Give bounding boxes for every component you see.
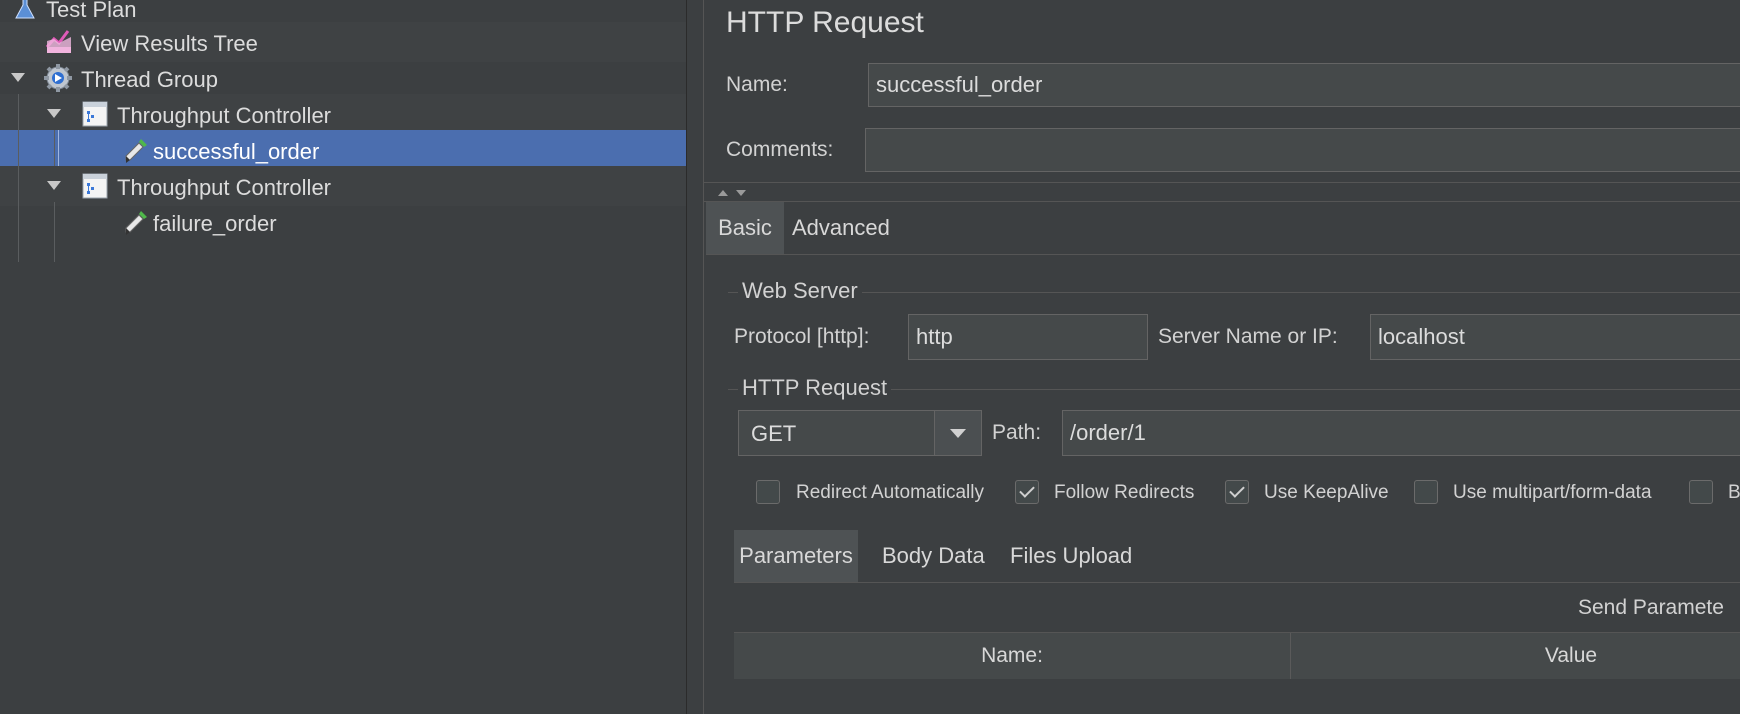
tree-guide-line: [54, 202, 55, 262]
tree-panel-splitter[interactable]: [686, 0, 704, 714]
method-value: GET: [751, 421, 797, 446]
tab-files-upload[interactable]: Files Upload: [1010, 530, 1132, 582]
tab-basic[interactable]: Basic: [706, 202, 784, 254]
tree-item-view-results-tree[interactable]: View Results Tree: [0, 22, 686, 62]
browser-compatible-label: B: [1728, 482, 1740, 503]
parameters-table-header: Name: Value: [734, 632, 1740, 679]
protocol-field[interactable]: [908, 314, 1148, 360]
web-server-group-border: [728, 292, 1740, 293]
test-plan-icon: [15, 0, 35, 19]
tab-advanced[interactable]: Advanced: [792, 202, 890, 254]
tree-item-label: Thread Group: [81, 67, 218, 92]
path-label: Path:: [992, 421, 1042, 444]
use-keepalive-checkbox[interactable]: [1225, 480, 1249, 504]
tab-underline: [706, 254, 1740, 255]
test-plan-tree[interactable]: Test Plan View Results Tree Thread Group: [0, 0, 686, 714]
use-keepalive-label: Use KeepAlive: [1264, 482, 1389, 503]
browser-compatible-checkbox[interactable]: [1689, 480, 1713, 504]
method-select[interactable]: GET: [738, 410, 982, 456]
path-field[interactable]: [1062, 410, 1740, 456]
column-header-value[interactable]: Value: [1291, 633, 1740, 679]
tree-guide-line: [18, 94, 19, 262]
http-request-group-title: HTTP Request: [738, 375, 892, 401]
tab-body-data[interactable]: Body Data: [882, 530, 985, 582]
tree-guide-line: [58, 130, 59, 166]
follow-redirects-checkbox[interactable]: [1015, 480, 1039, 504]
name-label: Name:: [726, 73, 788, 96]
column-header-name[interactable]: Name:: [734, 633, 1291, 679]
divider: [704, 182, 1740, 183]
tree-item-label: successful_order: [153, 139, 320, 164]
server-name-field[interactable]: [1370, 314, 1740, 360]
expand-arrow-icon[interactable]: [11, 73, 25, 82]
tree-item-label: Throughput Controller: [117, 175, 332, 200]
server-name-label: Server Name or IP:: [1158, 325, 1338, 348]
use-multipart-checkbox[interactable]: [1414, 480, 1438, 504]
expand-arrow-icon[interactable]: [47, 109, 61, 118]
tree-item-thread-group[interactable]: Thread Group: [0, 58, 686, 98]
throughput-controller-icon: [82, 173, 108, 199]
tree-item-label: Test Plan: [46, 0, 137, 22]
tree-item-throughput-controller-1[interactable]: Throughput Controller: [0, 94, 686, 134]
chevron-down-icon[interactable]: [934, 411, 981, 455]
redirect-automatically-label: Redirect Automatically: [796, 482, 984, 503]
follow-redirects-label: Follow Redirects: [1054, 482, 1195, 503]
tree-item-failure-order[interactable]: failure_order: [0, 202, 686, 242]
protocol-label: Protocol [http]:: [734, 325, 870, 348]
throughput-controller-icon: [82, 101, 108, 127]
tree-guide-line: [54, 130, 55, 166]
thread-group-gear-icon: [44, 64, 72, 92]
redirect-automatically-checkbox[interactable]: [756, 480, 780, 504]
comments-label: Comments:: [726, 138, 834, 161]
tree-item-throughput-controller-2[interactable]: Throughput Controller: [0, 166, 686, 206]
http-request-panel: HTTP Request Name: Comments: Basic Advan…: [704, 0, 1740, 714]
view-results-tree-icon: [45, 30, 71, 53]
web-server-group-title: Web Server: [738, 278, 862, 304]
comments-field[interactable]: [865, 128, 1740, 172]
collapse-expand-arrows-icon[interactable]: [716, 188, 750, 198]
tree-item-label: Throughput Controller: [117, 103, 332, 128]
page-title: HTTP Request: [726, 6, 924, 39]
name-field[interactable]: [868, 63, 1740, 107]
send-parameters-label: Send Paramete: [1578, 596, 1724, 619]
http-sampler-pipette-icon: [125, 139, 147, 163]
tree-item-successful-order[interactable]: successful_order: [0, 130, 686, 170]
use-multipart-label: Use multipart/form-data: [1453, 482, 1652, 503]
tab-parameters[interactable]: Parameters: [734, 530, 858, 582]
tab-underline: [734, 582, 1740, 583]
expand-arrow-icon[interactable]: [47, 181, 61, 190]
tree-item-label: failure_order: [153, 211, 277, 236]
tree-item-label: View Results Tree: [81, 31, 258, 56]
http-sampler-pipette-icon: [125, 211, 147, 235]
